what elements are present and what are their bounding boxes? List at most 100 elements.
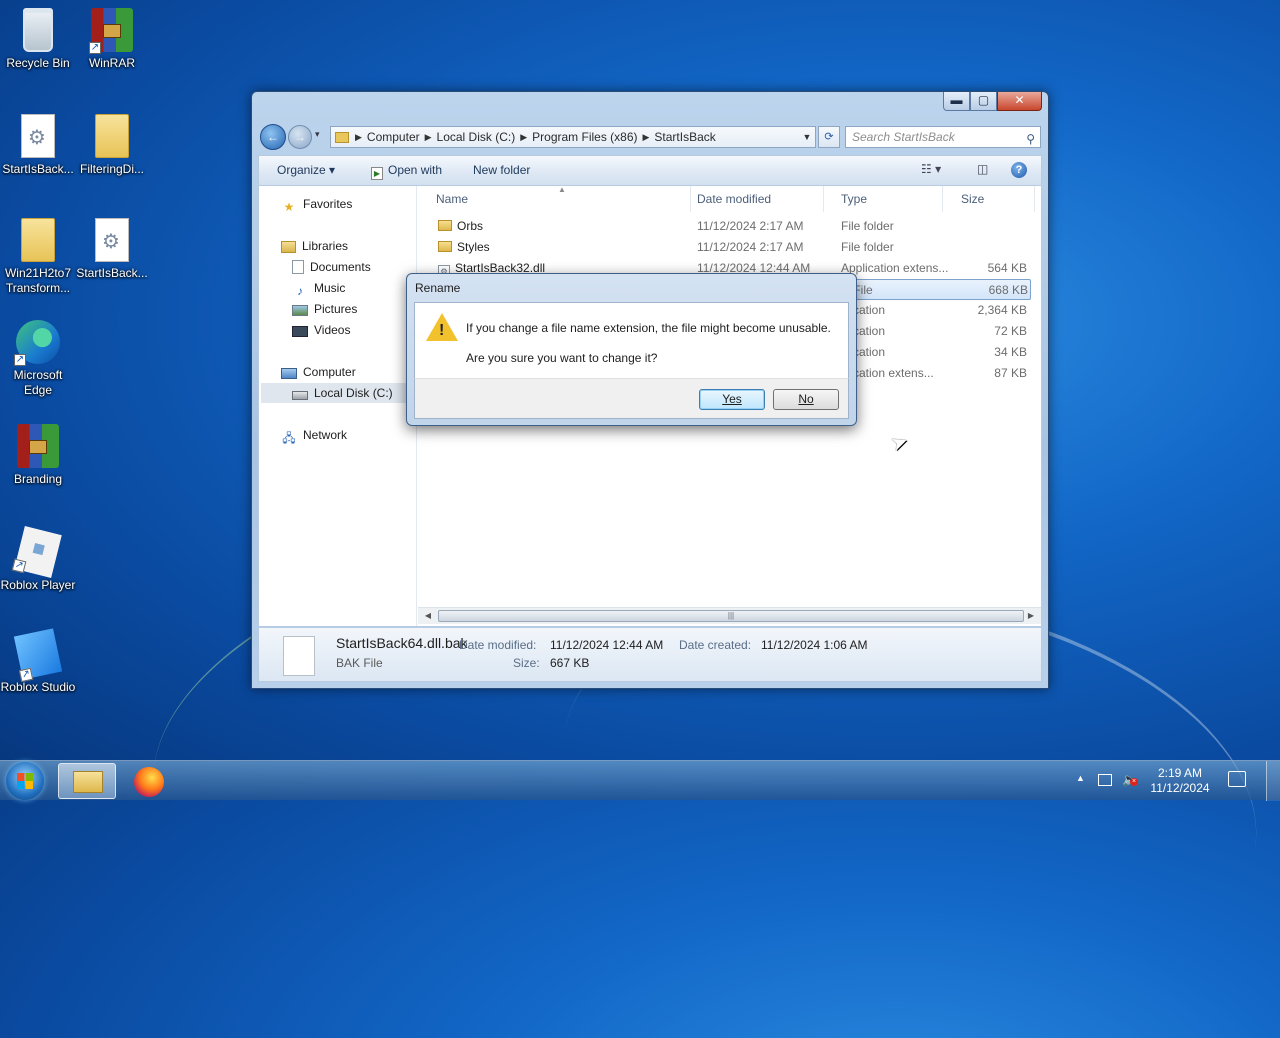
system-clock[interactable]: 2:19 AM 11/12/2024 — [1144, 766, 1216, 796]
breadcrumb-startisback[interactable]: StartIsBack — [649, 130, 720, 144]
desktop-icon-roblox-studio[interactable]: ↗ Roblox Studio — [0, 628, 76, 695]
change-view-icon[interactable]: ☷ ▾ — [921, 162, 941, 176]
dialog-body: ! If you change a file name extension, t… — [414, 302, 849, 378]
desktop-icon-label: Roblox Studio — [0, 680, 76, 694]
pictures-icon — [292, 305, 308, 316]
desktop-icon-recycle-bin[interactable]: Recycle Bin — [0, 8, 76, 71]
recent-pages-dropdown[interactable]: ▾ — [315, 129, 327, 140]
shortcut-arrow-icon: ↗ — [18, 667, 34, 683]
desktop-icon-roblox-player[interactable]: ↗ Roblox Player — [0, 526, 76, 593]
desktop-icon-win21h2to7[interactable]: Win21H2to7 Transform... — [0, 218, 76, 296]
nav-videos[interactable]: Videos — [292, 320, 350, 340]
open-with-button[interactable]: ▶ Open with — [371, 163, 442, 180]
dialog-footer: Yes No — [414, 378, 849, 419]
sort-ascending-icon: ▲ — [558, 185, 566, 194]
desktop-icon-branding[interactable]: Branding — [0, 424, 76, 487]
back-button[interactable]: ← — [260, 124, 286, 150]
column-date-modified[interactable]: Date modified — [679, 186, 824, 212]
breadcrumb-computer[interactable]: Computer — [362, 130, 425, 144]
address-bar[interactable]: ▶ Computer ▶ Local Disk (C:) ▶ Program F… — [330, 126, 816, 148]
nav-favorites[interactable]: ★ Favorites — [281, 194, 353, 214]
forward-button[interactable]: → — [288, 125, 312, 149]
roblox-icon: ↗ — [11, 526, 62, 578]
nav-label: Favorites — [303, 197, 353, 211]
scrollbar-thumb[interactable]: ||| — [438, 610, 1024, 622]
file-type: plication extens... — [841, 366, 934, 380]
file-date: 11/12/2024 2:17 AM — [697, 240, 804, 254]
desktop-icon-edge[interactable]: ↗ Microsoft Edge — [0, 320, 76, 398]
nav-label: Network — [303, 428, 348, 442]
column-size[interactable]: Size — [943, 186, 1035, 212]
desktop-icon-label: Microsoft Edge — [13, 368, 63, 397]
action-center-icon[interactable] — [1228, 771, 1246, 787]
star-icon: ★ — [283, 200, 295, 214]
details-date-modified: 11/12/2024 12:44 AM — [550, 638, 664, 652]
drive-icon — [292, 391, 308, 400]
shortcut-arrow-icon: ↗ — [11, 558, 27, 574]
nav-documents[interactable]: Documents — [292, 257, 371, 277]
desktop-icon-winrar[interactable]: ↗ WinRAR — [74, 8, 150, 71]
dialog-message: If you change a file name extension, the… — [466, 321, 831, 335]
breadcrumb-local-disk[interactable]: Local Disk (C:) — [432, 130, 521, 144]
documents-icon — [292, 260, 304, 274]
dialog-title: Rename — [415, 281, 461, 295]
windows-logo-icon — [17, 773, 33, 789]
minimize-button[interactable]: ▬ — [943, 92, 970, 111]
dialog-question: Are you sure you want to change it? — [466, 351, 658, 365]
nav-label: Music — [314, 281, 346, 295]
show-hidden-icons-icon[interactable]: ▲ — [1076, 773, 1085, 783]
network-tray-icon[interactable] — [1098, 774, 1112, 786]
nav-music[interactable]: ♪ Music — [292, 278, 345, 298]
caption-buttons: ▬ ▢ ✕ — [943, 92, 1042, 111]
desktop-icon-filteringdi[interactable]: FilteringDi... — [74, 114, 150, 177]
show-desktop-button[interactable] — [1266, 761, 1280, 801]
refresh-button[interactable]: ⟳ — [818, 126, 840, 148]
warning-exclamation-icon: ! — [439, 322, 445, 339]
horizontal-scrollbar[interactable]: ◀ ||| ▶ — [418, 607, 1041, 624]
nav-pictures[interactable]: Pictures — [292, 299, 357, 319]
breadcrumb-chevron-icon[interactable]: ▶ — [425, 132, 432, 143]
scroll-left-icon[interactable]: ◀ — [420, 608, 436, 624]
file-type: plication — [841, 345, 886, 359]
close-button[interactable]: ✕ — [997, 92, 1042, 111]
nav-libraries[interactable]: Libraries — [281, 236, 348, 256]
column-name[interactable]: Name ▲ — [418, 185, 691, 212]
preview-pane-icon[interactable]: ◫ — [977, 162, 988, 176]
library-icon — [281, 241, 296, 253]
desktop-icon-startisback[interactable]: StartIsBack... — [74, 218, 150, 281]
help-button[interactable]: ? — [1011, 162, 1027, 178]
breadcrumb-chevron-icon[interactable]: ▶ — [520, 132, 527, 143]
column-type[interactable]: Type — [823, 186, 943, 212]
nav-computer[interactable]: Computer — [281, 362, 356, 382]
new-folder-button[interactable]: New folder — [473, 163, 530, 177]
breadcrumb-program-files[interactable]: Program Files (x86) — [527, 130, 642, 144]
file-icon — [283, 636, 315, 676]
rename-dialog: Rename ! If you change a file name exten… — [406, 273, 857, 426]
file-type: File folder — [841, 219, 894, 233]
organize-button[interactable]: Organize ▾ — [277, 163, 335, 177]
taskbar-firefox[interactable] — [120, 763, 178, 799]
maximize-button[interactable]: ▢ — [970, 92, 997, 111]
breadcrumb-chevron-icon[interactable]: ▶ — [643, 132, 650, 143]
taskbar-explorer[interactable] — [58, 763, 116, 799]
search-input[interactable]: Search StartIsBack ⚲ — [845, 126, 1041, 148]
no-button[interactable]: No — [773, 389, 839, 410]
start-button[interactable] — [6, 762, 44, 800]
nav-network[interactable]: 🖧 Network — [281, 425, 347, 445]
folder-icon — [95, 114, 129, 158]
file-row[interactable]: Orbs 11/12/2024 2:17 AM File folder — [418, 216, 1031, 237]
column-label: Name — [436, 192, 469, 206]
file-row[interactable]: Styles 11/12/2024 2:17 AM File folder — [418, 237, 1031, 258]
breadcrumb-chevron-icon[interactable]: ▶ — [355, 132, 362, 143]
search-icon[interactable]: ⚲ — [1026, 129, 1035, 149]
file-name-cell: Orbs — [438, 216, 688, 237]
desktop-icon-label: FilteringDi... — [79, 162, 144, 176]
desktop-icon-label: Win21H2to7 Transform... — [4, 266, 72, 295]
address-dropdown-icon[interactable]: ▼ — [799, 132, 815, 142]
desktop-icon-label: StartIsBack... — [76, 266, 148, 280]
nav-local-disk[interactable]: Local Disk (C:) — [261, 383, 413, 403]
desktop-icon-startisback-installer[interactable]: StartIsBack... — [0, 114, 76, 177]
yes-button[interactable]: Yes — [699, 389, 765, 410]
desktop-icon-label: StartIsBack... — [2, 162, 74, 176]
scroll-right-icon[interactable]: ▶ — [1023, 608, 1039, 624]
